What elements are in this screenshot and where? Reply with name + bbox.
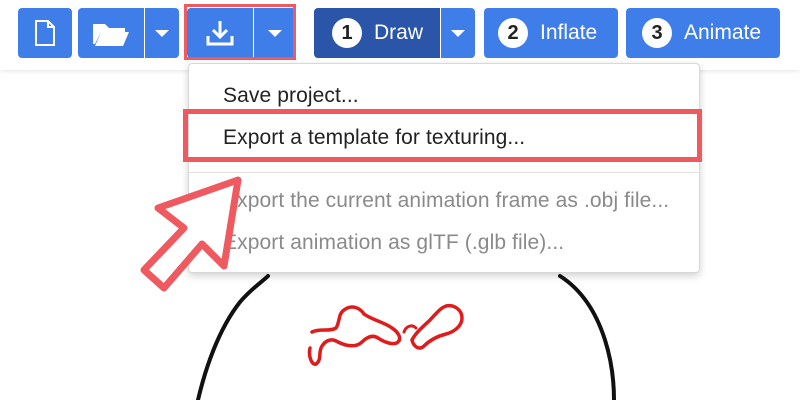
step-inflate-button[interactable]: 2 Inflate (484, 8, 618, 58)
step-label: Animate (684, 21, 762, 44)
step-number-badge: 2 (498, 18, 528, 48)
red-doodle-left (307, 305, 402, 366)
new-document-icon (35, 20, 55, 46)
toolbar: 1 Draw 2 Inflate 3 Animate (0, 0, 800, 70)
open-dropdown-button[interactable] (145, 8, 179, 58)
open-project-button[interactable] (78, 8, 144, 58)
save-download-button[interactable] (187, 8, 253, 58)
save-export-menu: Save project... Export a template for te… (188, 63, 700, 273)
step-label: Draw (374, 21, 424, 44)
menu-item-export-template[interactable]: Export a template for texturing... (223, 126, 525, 150)
chevron-down-icon (268, 29, 282, 37)
menu-divider (189, 172, 699, 173)
draw-dropdown-button[interactable] (441, 8, 475, 58)
new-document-button[interactable] (18, 8, 72, 58)
chevron-down-icon (451, 29, 465, 37)
step-animate-button[interactable]: 3 Animate (626, 8, 780, 58)
step-draw-button[interactable]: 1 Draw (314, 8, 440, 58)
red-doodle-small (402, 324, 418, 334)
black-outline-stroke-right (558, 274, 616, 402)
step-label: Inflate (540, 21, 598, 44)
app-window: 1 Draw 2 Inflate 3 Animate Save project.… (0, 0, 800, 402)
menu-item-save-project[interactable]: Save project... (223, 84, 359, 108)
menu-item-export-obj: Export the current animation frame as .o… (223, 189, 670, 212)
red-doodle-right (410, 303, 464, 350)
download-icon (206, 21, 234, 46)
chevron-down-icon (155, 29, 169, 37)
menu-item-export-gltf: Export animation as glTF (.glb file)... (223, 231, 565, 254)
folder-icon (93, 24, 129, 46)
step-number-badge: 3 (642, 18, 672, 48)
step-number-badge: 1 (332, 18, 362, 48)
pointer-arrow-icon (140, 176, 242, 292)
save-dropdown-button[interactable] (254, 8, 296, 58)
